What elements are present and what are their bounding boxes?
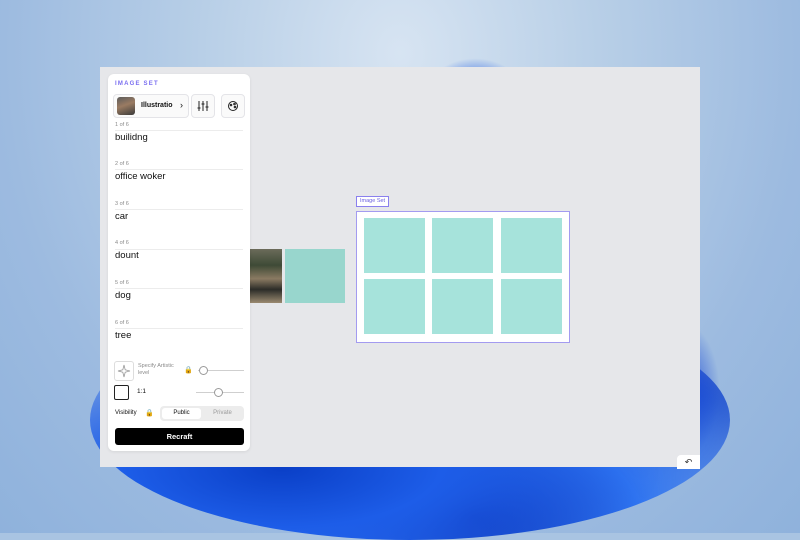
visibility-label: Visibility [115,410,137,416]
palette-icon [228,101,238,111]
prompt-item[interactable]: 2 of 6 office woker [115,161,243,182]
panel-title: IMAGE SET [115,81,159,87]
image-set-frame[interactable] [356,211,570,343]
prompt-item[interactable]: 3 of 6 car [115,201,243,222]
style-selector-button[interactable]: Illustratio › [113,94,189,118]
image-placeholder[interactable] [285,249,345,303]
artistic-level-row: Specify Artistic level 🔒 [114,361,244,381]
image-set-cell[interactable] [364,218,425,273]
style-label: Illustratio [141,102,173,109]
prompt-text[interactable]: dog [115,290,243,301]
sliders-icon [197,101,209,111]
sparkle-icon [114,361,134,381]
chevron-right-icon: › [180,100,183,110]
generated-photo-thumbnail[interactable] [250,249,282,303]
recraft-button[interactable]: Recraft [115,428,244,445]
image-set-cell[interactable] [432,279,493,334]
image-set-cell[interactable] [501,279,562,334]
prompt-count: 4 of 6 [115,240,129,246]
image-set-cell[interactable] [432,218,493,273]
prompt-item[interactable]: 4 of 6 dount [115,240,243,261]
artistic-slider-knob[interactable] [199,366,208,375]
visibility-public-option[interactable]: Public [162,408,201,419]
prompt-count: 3 of 6 [115,201,129,207]
aspect-ratio-row[interactable]: 1:1 [114,384,244,402]
visibility-row: Visibility 🔒 Public Private [115,406,245,422]
prompt-item[interactable]: 1 of 6 builidng [115,122,243,143]
style-avatar [117,97,135,115]
prompt-text[interactable]: tree [115,330,243,341]
aspect-ratio-label: 1:1 [137,388,147,395]
prompt-count: 2 of 6 [115,161,129,167]
artistic-level-label: Specify Artistic level [138,363,174,376]
settings-sliders-button[interactable] [191,94,215,118]
prompt-item[interactable]: 5 of 6 dog [115,280,243,301]
image-set-cell[interactable] [364,279,425,334]
prompt-text[interactable]: office woker [115,171,243,182]
lock-icon: 🔒 [184,367,193,374]
prompt-item[interactable]: 6 of 6 tree [115,320,243,341]
prompt-count: 5 of 6 [115,280,129,286]
divider [115,130,243,131]
prompt-text[interactable]: builidng [115,132,243,143]
image-set-panel: IMAGE SET Illustratio › 1 of 6 builidng … [108,74,250,451]
prompt-text[interactable]: car [115,211,243,222]
lock-icon: 🔒 [145,410,154,417]
prompt-count: 1 of 6 [115,122,129,128]
visibility-toggle[interactable]: Public Private [160,406,244,421]
prompt-count: 6 of 6 [115,320,129,326]
color-palette-button[interactable] [221,94,245,118]
image-set-tag[interactable]: Image Set [356,196,390,207]
undo-button[interactable]: ↶ [677,455,700,469]
visibility-private-option[interactable]: Private [203,408,242,419]
image-set-cell[interactable] [501,218,562,273]
prompt-text[interactable]: dount [115,250,243,261]
aspect-ratio-icon[interactable] [114,385,129,400]
ratio-slider-knob[interactable] [214,388,223,397]
undo-icon: ↶ [684,457,693,467]
